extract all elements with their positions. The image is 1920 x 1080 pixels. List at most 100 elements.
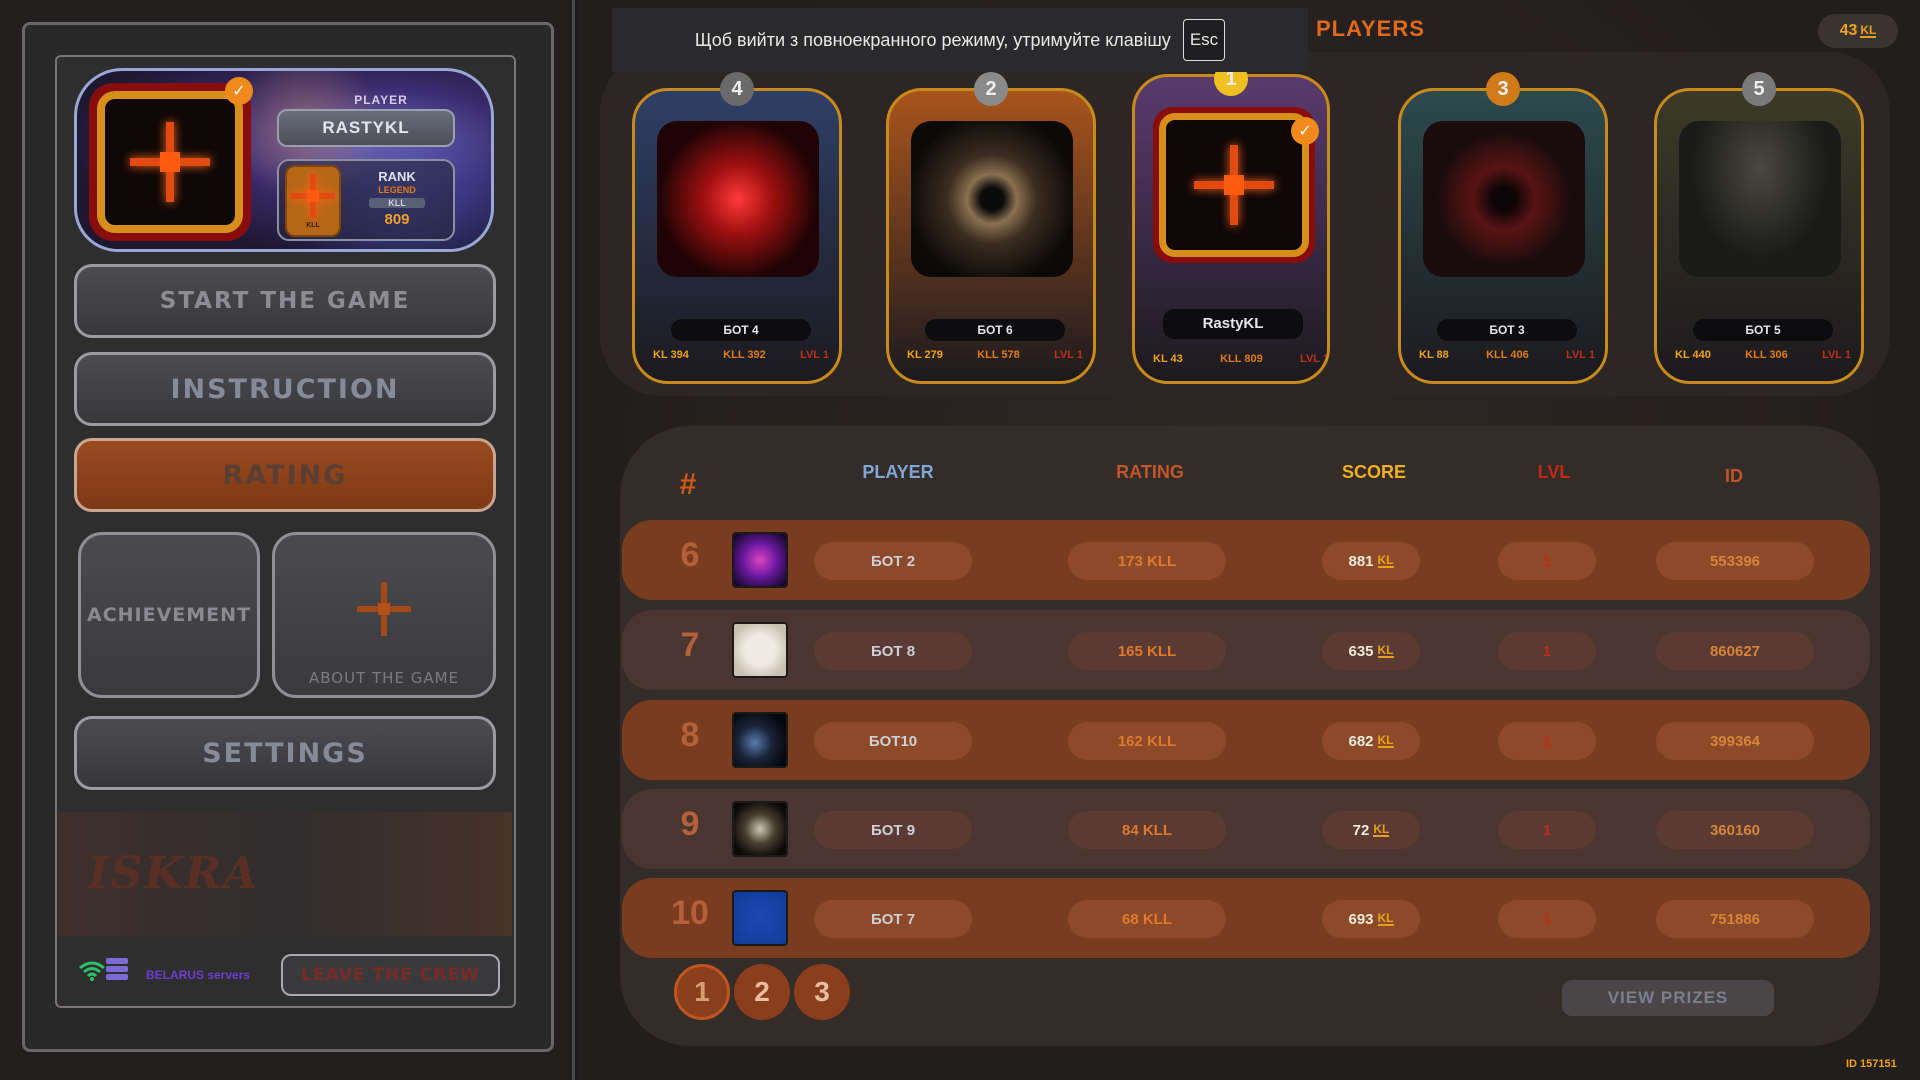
player-avatar — [732, 532, 788, 588]
about-game-button[interactable]: ABOUT THE GAME — [272, 532, 496, 698]
player-avatar — [732, 622, 788, 678]
balance-value: 43 — [1839, 22, 1858, 39]
podium-card[interactable]: БОТ 6 KL 279 KLL 578 LVL 1 — [886, 88, 1096, 384]
row-rank: 6 — [680, 536, 700, 574]
podium-kll: KLL 578 — [977, 349, 1020, 361]
table-row[interactable]: 6 БОТ 2 173 KLL 881 KL 1 553396 — [622, 520, 1870, 600]
player-avatar — [732, 801, 788, 857]
instruction-button[interactable]: INSTRUCTION — [74, 352, 496, 426]
podium-kl: KL 279 — [907, 349, 943, 361]
row-lvl: 1 — [1498, 900, 1596, 938]
table-row[interactable]: 7 БОТ 8 165 KLL 635 KL 1 860627 — [622, 610, 1870, 690]
col-header-score: SCORE — [1341, 462, 1406, 482]
row-rank: 10 — [671, 894, 709, 932]
podium-card[interactable]: RastyKL KL 43 KLL 809 LVL 1 ✓ — [1132, 74, 1330, 384]
page-button-2[interactable]: 2 — [734, 964, 790, 1020]
table-row[interactable]: 8 БОТ10 162 KLL 682 KL 1 399364 — [622, 700, 1870, 780]
table-row[interactable]: 10 БОТ 7 68 KLL 693 KL 1 751886 — [622, 878, 1870, 958]
view-prizes-button[interactable]: VIEW PRIZES — [1562, 980, 1774, 1016]
row-player-name: БОТ 7 — [814, 900, 972, 938]
settings-button[interactable]: SETTINGS — [74, 716, 496, 790]
podium-stats: KL 394 KLL 392 LVL 1 — [653, 349, 829, 361]
place-badge: 4 — [720, 72, 754, 106]
verified-check-icon: ✓ — [225, 77, 253, 105]
iskra-logo: ISKRA — [88, 848, 260, 899]
row-lvl: 1 — [1498, 632, 1596, 670]
about-game-label: ABOUT THE GAME — [309, 669, 459, 687]
podium-lvl: LVL 1 — [800, 349, 829, 361]
player-profile-card[interactable]: ✓ PLAYER RASTYKL KLL RANK LEGEND KLL 809 — [74, 68, 494, 252]
cross-icon — [357, 581, 411, 636]
row-rating: 173 KLL — [1068, 542, 1226, 580]
verified-check-icon: ✓ — [1291, 117, 1319, 145]
row-score-value: 682 — [1348, 732, 1374, 750]
row-score: 682 KL — [1322, 722, 1420, 760]
podium-card[interactable]: БОТ 3 KL 88 KLL 406 LVL 1 — [1398, 88, 1608, 384]
page-button-3[interactable]: 3 — [794, 964, 850, 1020]
esc-key: Esc — [1182, 19, 1226, 61]
row-score: 693 KL — [1322, 900, 1420, 938]
rank-label: RANK — [378, 169, 416, 184]
kll-value: 809 — [384, 211, 410, 228]
row-player-name: БОТ 8 — [814, 632, 972, 670]
row-lvl: 1 — [1498, 811, 1596, 849]
podium-lvl: LVL 1 — [1300, 353, 1329, 365]
row-rating: 68 KLL — [1068, 900, 1226, 938]
table-row[interactable]: 9 БОТ 9 84 KLL 72 KL 1 360160 — [622, 789, 1870, 869]
rank-box: KLL RANK LEGEND KLL 809 — [277, 159, 455, 241]
wifi-icon — [79, 961, 105, 981]
col-header-player: PLAYER — [862, 462, 934, 482]
row-score-value: 693 — [1348, 910, 1374, 928]
achievement-button[interactable]: ACHIEVEMENT — [78, 532, 260, 698]
row-rating: 165 KLL — [1068, 632, 1226, 670]
row-id: 553396 — [1656, 542, 1814, 580]
place-badge: 2 — [974, 72, 1008, 106]
row-lvl: 1 — [1498, 542, 1596, 580]
kl-currency-icon: KL — [1377, 733, 1394, 748]
podium-stats: KL 88 KLL 406 LVL 1 — [1419, 349, 1595, 361]
podium-card[interactable]: БОТ 5 KL 440 KLL 306 LVL 1 — [1654, 88, 1864, 384]
podium-lvl: LVL 1 — [1054, 349, 1083, 361]
podium-player-name: БОТ 5 — [1693, 319, 1833, 341]
kl-currency-icon: KL — [1377, 643, 1394, 658]
podium-stats: KL 440 KLL 306 LVL 1 — [1675, 349, 1851, 361]
server-icon — [106, 958, 128, 984]
row-score: 635 KL — [1322, 632, 1420, 670]
podium-kl: KL 43 — [1153, 353, 1183, 365]
col-header-lvl: LVL — [1537, 462, 1571, 482]
kl-currency-icon: KL — [1860, 23, 1877, 38]
podium-avatar — [911, 121, 1073, 277]
col-header-num: # — [679, 468, 697, 501]
start-game-button[interactable]: START THE GAME — [74, 264, 496, 338]
podium-player-name: RastyKL — [1163, 309, 1303, 339]
fullscreen-notice-text: Щоб вийти з повноекранного режиму, утрим… — [694, 29, 1171, 50]
row-lvl: 1 — [1498, 722, 1596, 760]
row-score: 881 KL — [1322, 542, 1420, 580]
row-rating: 84 KLL — [1068, 811, 1226, 849]
balance-badge: 43 KL — [1818, 14, 1898, 48]
row-id: 860627 — [1656, 632, 1814, 670]
podium-kl: KL 88 — [1419, 349, 1449, 361]
podium-kll: KLL 392 — [723, 349, 766, 361]
podium-avatar — [657, 121, 819, 277]
rating-button[interactable]: RATING — [74, 438, 496, 512]
page-button-1[interactable]: 1 — [674, 964, 730, 1020]
rank-icon: KLL — [285, 165, 341, 237]
podium-lvl: LVL 1 — [1566, 349, 1595, 361]
row-id: 360160 — [1656, 811, 1814, 849]
user-id-label: ID 157151 — [1846, 1058, 1897, 1070]
cross-icon — [130, 122, 210, 202]
podium-kl: KL 394 — [653, 349, 689, 361]
podium-card[interactable]: БОТ 4 KL 394 KLL 392 LVL 1 — [632, 88, 842, 384]
podium-avatar — [1423, 121, 1585, 277]
leave-crew-button[interactable]: LEAVE THE CREW — [281, 954, 500, 996]
place-badge: 3 — [1486, 72, 1520, 106]
podium-kll: KLL 809 — [1220, 353, 1263, 365]
col-header-rating: RATING — [1116, 462, 1184, 482]
podium-kll: KLL 306 — [1745, 349, 1788, 361]
row-rank: 7 — [680, 626, 700, 664]
podium-stats: KL 279 KLL 578 LVL 1 — [907, 349, 1083, 361]
fullscreen-notice: Щоб вийти з повноекранного режиму, утрим… — [612, 8, 1308, 72]
page-title: PLAYERS — [1316, 16, 1425, 41]
brand-banner: ISKRA — [58, 812, 512, 936]
